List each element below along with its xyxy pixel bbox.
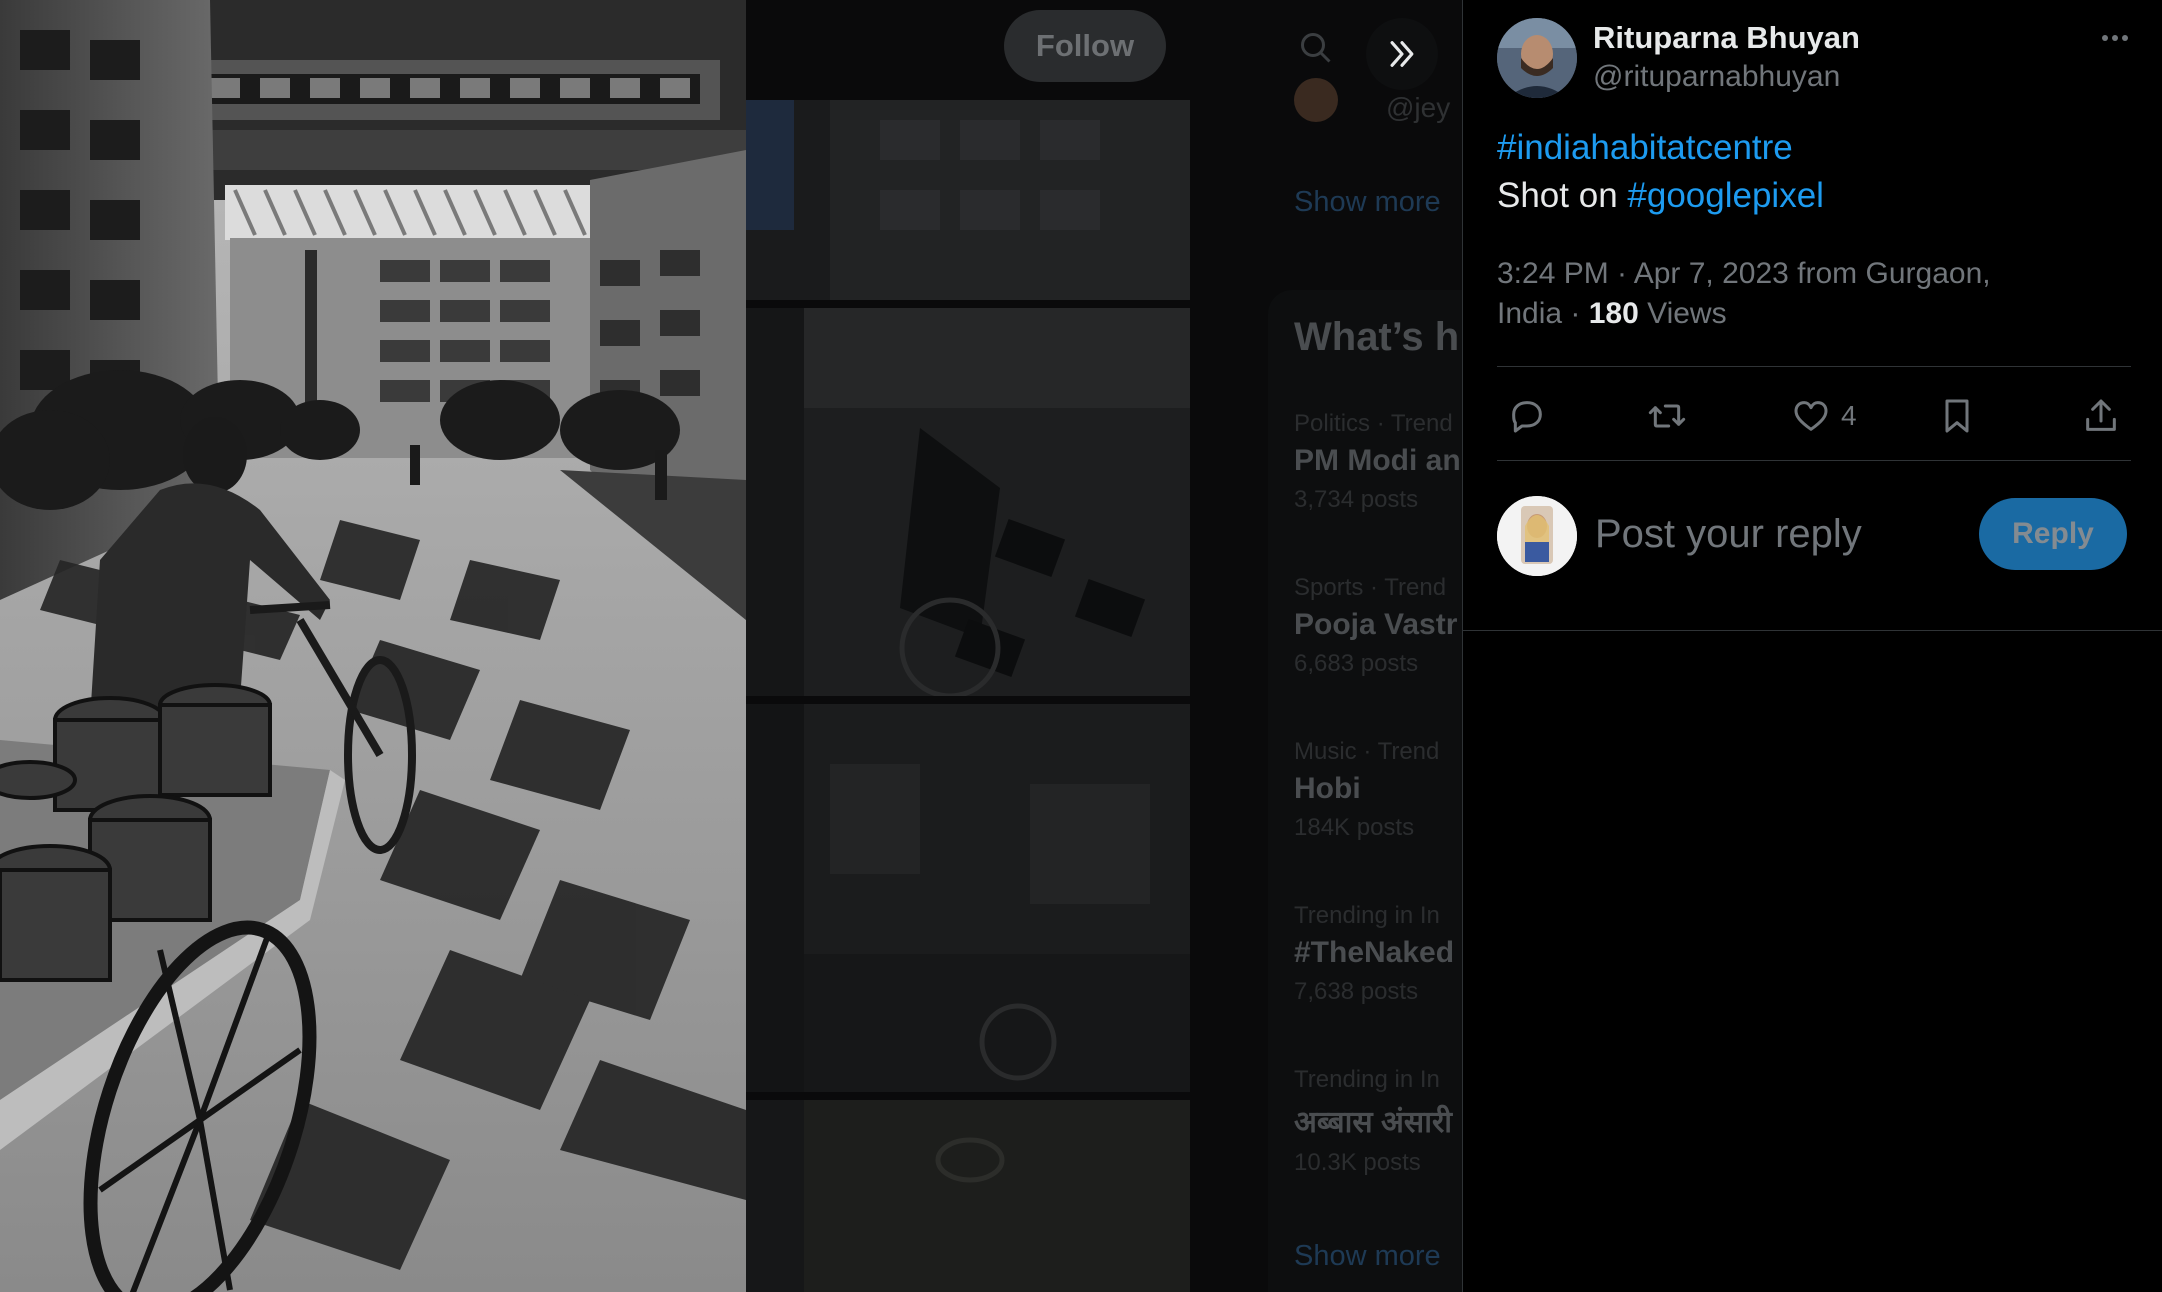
more-horizontal-icon (2102, 35, 2128, 41)
like-action[interactable]: 4 (1791, 394, 1857, 438)
media-grid (700, 100, 1190, 1292)
views-count: 180 (1588, 297, 1639, 330)
photo-image (0, 0, 746, 1292)
hashtag-link[interactable]: #indiahabitatcentre (1497, 128, 1793, 167)
media-tile (700, 704, 1190, 1092)
show-more-link: Show more (1294, 1240, 1441, 1272)
hashtag-link[interactable]: #googlepixel (1627, 176, 1824, 215)
trend-item: Sports · Trend Pooja Vastr 6,683 posts (1294, 574, 1458, 677)
whats-happening-card: What’s h Politics · Trend PM Modi an 3,7… (1268, 290, 1462, 1292)
heart-icon (1794, 401, 1828, 431)
author-avatar[interactable] (1497, 18, 1577, 98)
post-location: India · (1497, 297, 1589, 330)
media-tile (700, 1100, 1190, 1292)
share-icon (2086, 399, 2116, 431)
more-button[interactable] (2093, 24, 2137, 52)
media-tile (700, 308, 1190, 696)
author-name[interactable]: Rituparna Bhuyan (1593, 20, 1860, 56)
post-detail-panel: Rituparna Bhuyan @rituparnabhuyan #india… (1462, 0, 2162, 1292)
post-text: #indiahabitatcentre Shot on #googlepixel (1497, 124, 1824, 220)
reply-icon (1512, 401, 1542, 433)
author-handle[interactable]: @rituparnabhuyan (1593, 60, 1840, 94)
bookmark-icon (1945, 399, 1969, 433)
post-photo (0, 0, 746, 1292)
sidebar-user-handle: @jey (1386, 92, 1451, 123)
show-more-link: Show more (1294, 186, 1441, 218)
share-action[interactable] (2081, 394, 2121, 438)
reply-button[interactable]: Reply (1979, 498, 2127, 570)
repost-action[interactable] (1647, 394, 1687, 438)
expand-button[interactable] (1366, 18, 1438, 90)
double-chevron-right-icon (1390, 41, 1414, 67)
avatar (1294, 78, 1338, 122)
divider (1497, 366, 2131, 367)
avatar (1497, 496, 1577, 576)
reply-action[interactable] (1507, 394, 1547, 438)
views-label: Views (1638, 297, 1727, 330)
post-metadata: 3:24 PM · Apr 7, 2023 from Gurgaon, Indi… (1497, 254, 2057, 334)
trend-item: Trending in In अब्बास अंसारी 10.3K posts (1294, 1066, 1453, 1176)
like-count: 4 (1841, 400, 1857, 431)
divider (1463, 630, 2162, 631)
trend-item: Politics · Trend PM Modi an 3,734 posts (1294, 410, 1461, 513)
media-tile (700, 100, 1190, 300)
reply-input[interactable] (1595, 502, 1955, 566)
post-text-prefix: Shot on (1497, 176, 1628, 215)
whats-happening-title: What’s h (1294, 315, 1460, 359)
post-timestamp[interactable]: 3:24 PM · Apr 7, 2023 from Gurgaon, (1497, 257, 1991, 290)
trend-item: Music · Trend Hobi 184K posts (1294, 738, 1440, 841)
divider (1497, 460, 2131, 461)
repost-icon (1648, 404, 1686, 428)
trend-item: Trending in In #TheNaked 7,638 posts (1294, 902, 1455, 1005)
search-icon (1301, 33, 1331, 63)
bookmark-action[interactable] (1937, 394, 1977, 438)
follow-button: Follow (1004, 10, 1166, 82)
